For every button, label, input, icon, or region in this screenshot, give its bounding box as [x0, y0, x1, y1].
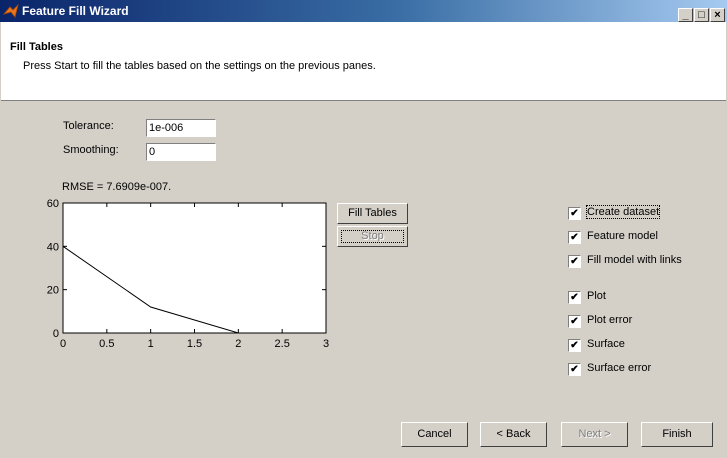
- matlab-logo-icon: [3, 4, 19, 18]
- finish-button[interactable]: Finish: [641, 422, 713, 447]
- option-label[interactable]: Feature model: [587, 230, 658, 242]
- stop-button-label: Stop: [338, 227, 407, 246]
- x-tick-label: 1: [148, 338, 154, 350]
- page-title: Fill Tables: [10, 41, 63, 53]
- y-tick-label: 60: [47, 198, 59, 210]
- option-label[interactable]: Create dataset: [585, 205, 661, 219]
- back-button[interactable]: < Back: [480, 422, 547, 447]
- y-tick-label: 0: [53, 328, 59, 340]
- close-icon[interactable]: ×: [710, 8, 725, 22]
- rmse-readout: RMSE = 7.6909e-007.: [62, 181, 172, 193]
- option-checkbox[interactable]: ✔: [568, 255, 581, 268]
- smoothing-label: Smoothing:: [63, 144, 119, 156]
- option-checkbox[interactable]: ✔: [568, 315, 581, 328]
- x-tick-label: 2: [235, 338, 241, 350]
- page-subtitle: Press Start to fill the tables based on …: [23, 60, 376, 72]
- stop-button[interactable]: Stop: [337, 226, 408, 247]
- x-tick-label: 3: [323, 338, 329, 350]
- option-checkbox[interactable]: ✔: [568, 363, 581, 376]
- next-button[interactable]: Next >: [561, 422, 628, 447]
- option-checkbox[interactable]: ✔: [568, 207, 581, 220]
- smoothing-field[interactable]: [146, 143, 216, 161]
- option-label[interactable]: Plot: [587, 290, 606, 302]
- tolerance-label: Tolerance:: [63, 120, 114, 132]
- option-checkbox[interactable]: ✔: [568, 231, 581, 244]
- x-tick-label: 0: [60, 338, 66, 350]
- option-checkbox[interactable]: ✔: [568, 339, 581, 352]
- x-tick-label: 0.5: [99, 338, 114, 350]
- window-title: Feature Fill Wizard: [22, 4, 129, 18]
- title-bar[interactable]: Feature Fill Wizard _ □ ×: [0, 0, 727, 22]
- x-tick-label: 1.5: [187, 338, 202, 350]
- cancel-button[interactable]: Cancel: [401, 422, 468, 447]
- option-label[interactable]: Surface error: [587, 362, 651, 374]
- tolerance-field[interactable]: [146, 119, 216, 137]
- wizard-header: Fill Tables Press Start to fill the tabl…: [1, 22, 726, 101]
- maximize-icon[interactable]: □: [694, 8, 709, 22]
- x-tick-label: 2.5: [275, 338, 290, 350]
- rmse-chart: 0 0.5 1 1.5 2 2.5 3 0 20 40 60: [47, 198, 329, 350]
- y-tick-label: 20: [47, 285, 59, 297]
- option-label[interactable]: Surface: [587, 338, 625, 350]
- option-checkbox[interactable]: ✔: [568, 291, 581, 304]
- option-label[interactable]: Fill model with links: [587, 254, 682, 266]
- plot-area: [62, 202, 327, 334]
- option-label[interactable]: Plot error: [587, 314, 632, 326]
- fill-tables-button[interactable]: Fill Tables: [337, 203, 408, 224]
- minimize-icon[interactable]: _: [678, 8, 693, 22]
- y-tick-label: 40: [47, 241, 59, 253]
